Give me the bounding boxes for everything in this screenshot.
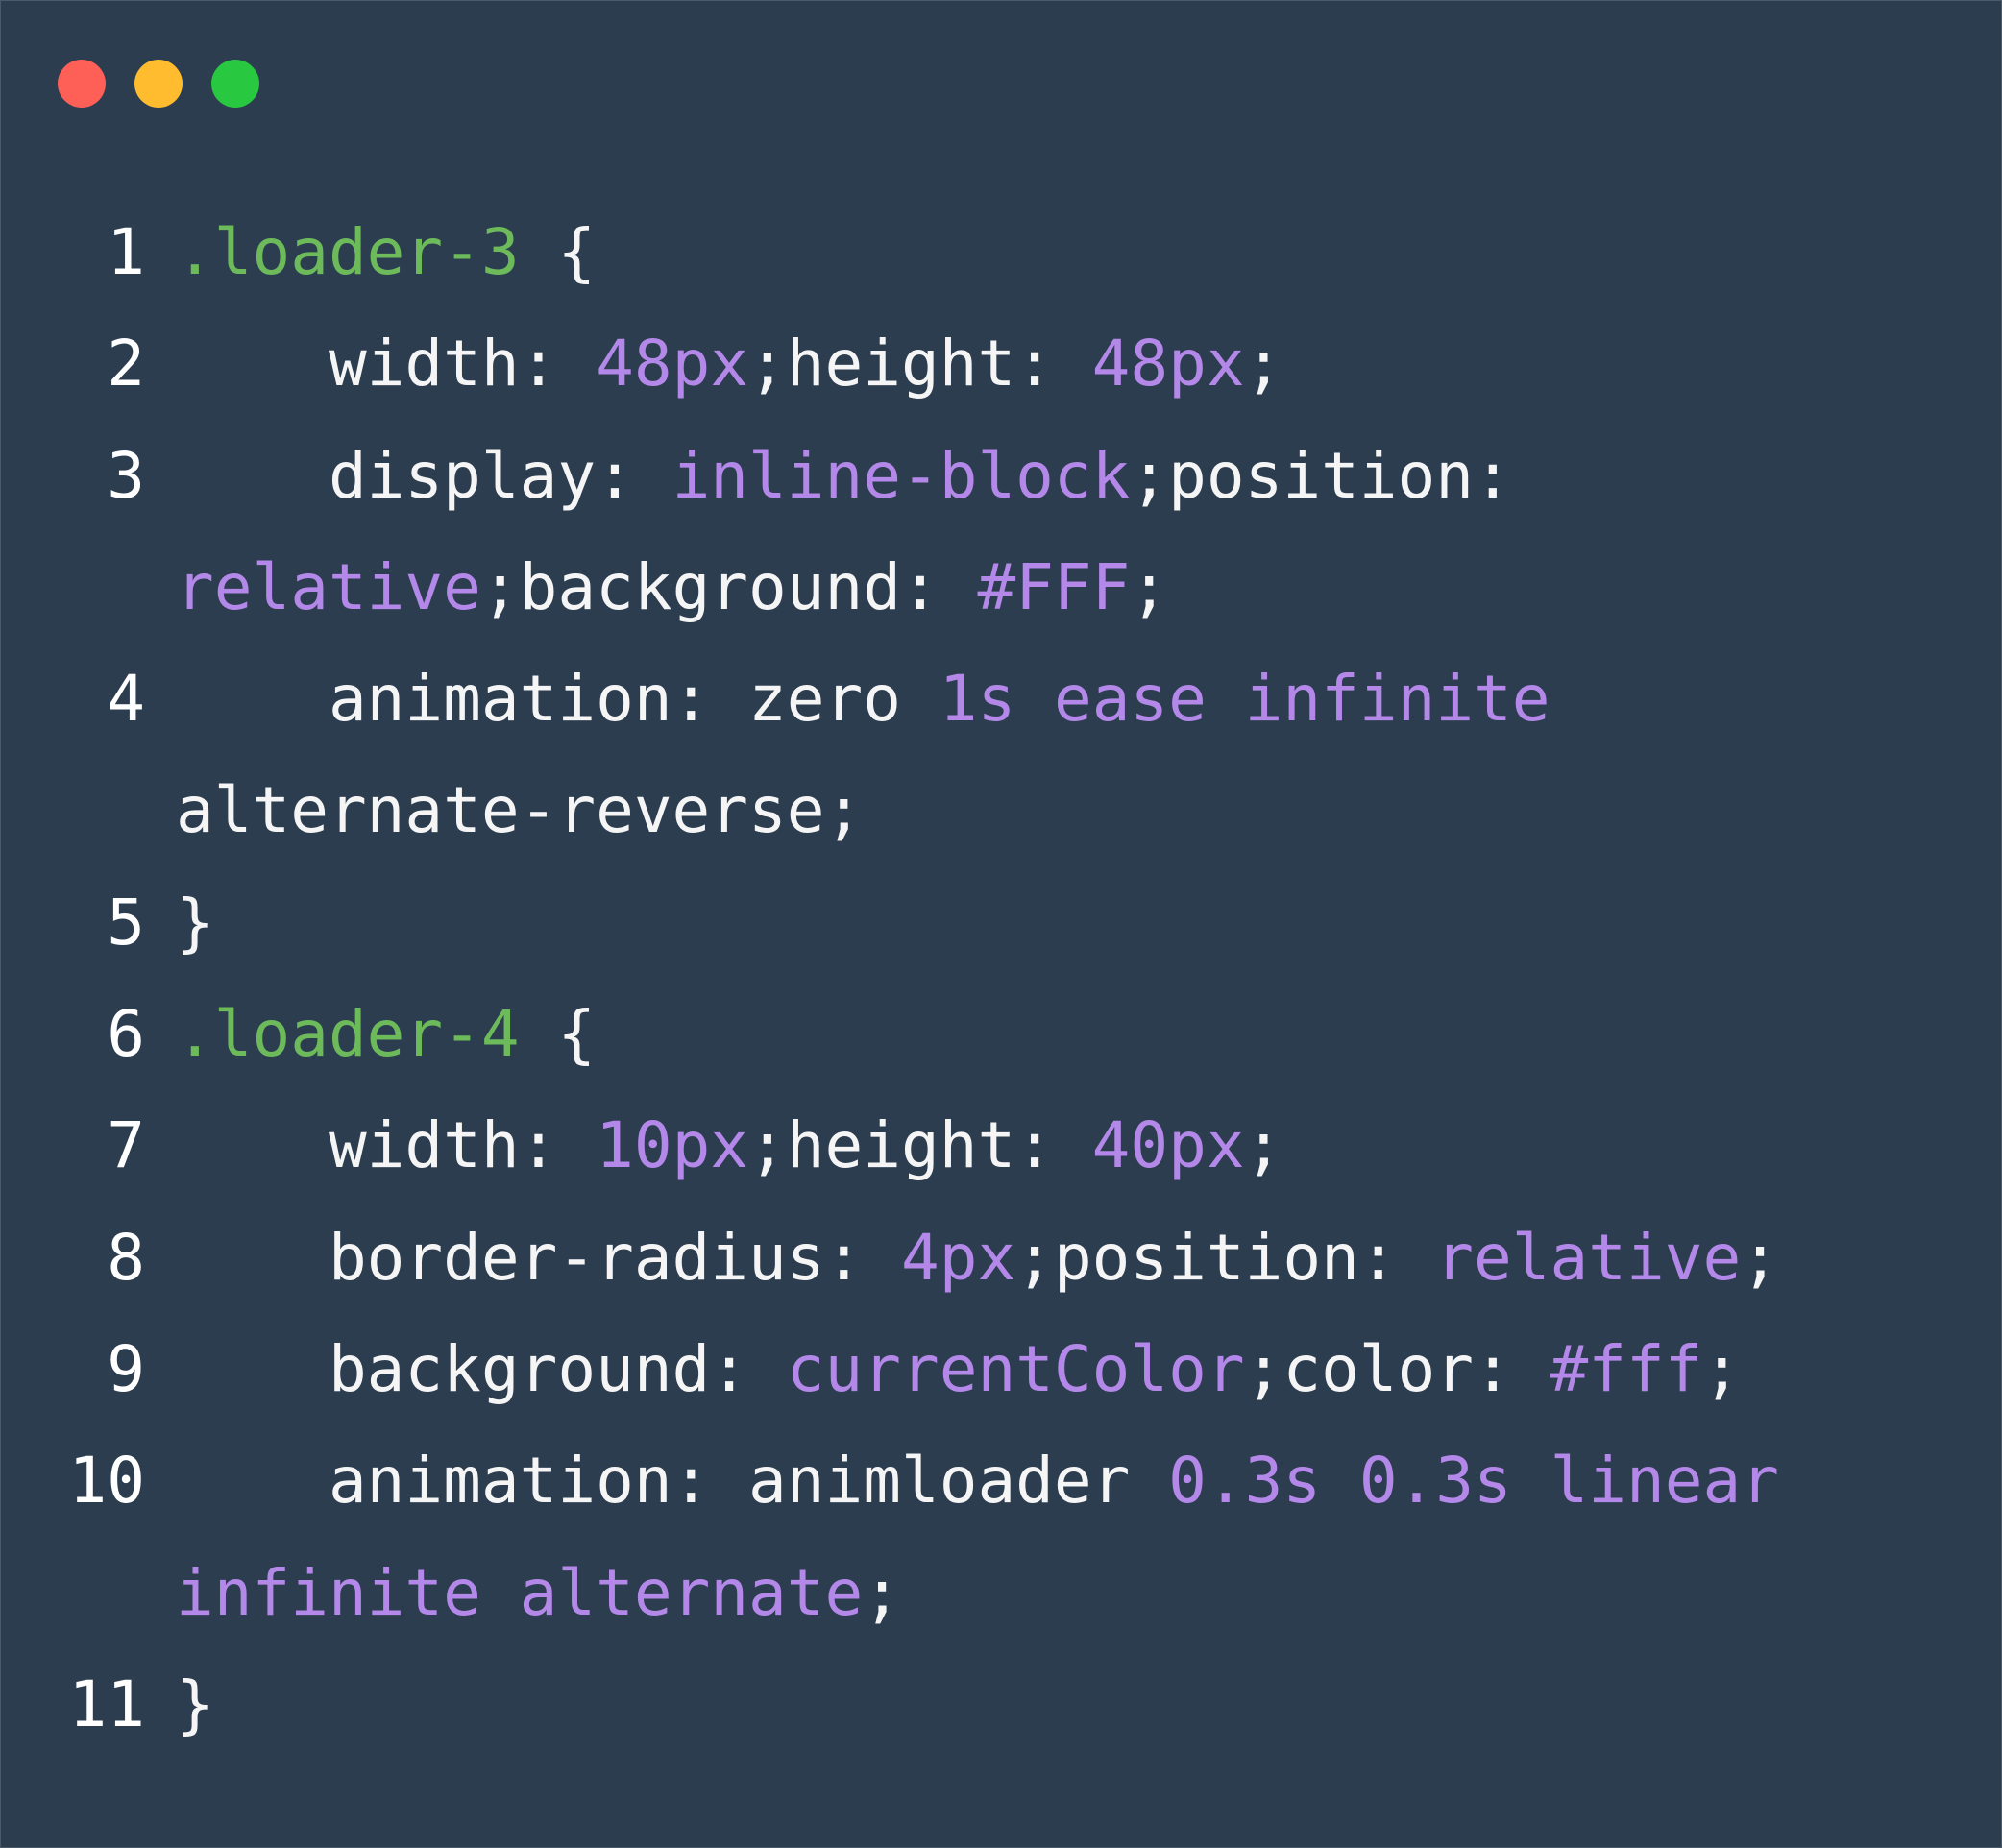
code-text: alternate-reverse; xyxy=(176,755,863,866)
code-text: animation: animloader 0.3s 0.3s linear xyxy=(176,1425,1779,1537)
code-line: 6 .loader-4 { xyxy=(1,979,2002,1090)
css-value-token: infinite xyxy=(1244,662,1550,737)
code-line: 8 border-radius: 4px;position: relative; xyxy=(1,1203,2002,1314)
code-line: 1 .loader-3 { xyxy=(1,197,2002,308)
code-text: } xyxy=(176,1649,214,1761)
code-block: 1 .loader-3 {2 width: 48px;height: 48px; 3… xyxy=(1,197,2002,1761)
code-token: border-radius: xyxy=(176,1220,901,1295)
code-token: { xyxy=(519,215,597,289)
code-text: background: currentColor;color: #fff; xyxy=(176,1314,1741,1425)
css-value-token: 0.3s xyxy=(1168,1444,1322,1519)
code-token: } xyxy=(176,885,214,960)
code-line: alternate-reverse; xyxy=(1,755,2002,866)
code-token: background: xyxy=(176,1331,787,1406)
code-token: ;height: xyxy=(748,327,1092,401)
code-text: relative;background: #FFF; xyxy=(176,532,1168,644)
maximize-dot-icon[interactable] xyxy=(211,60,259,108)
css-value-token: 4px xyxy=(900,1220,1016,1295)
code-token: ; xyxy=(1244,327,1283,401)
line-number: 2 xyxy=(107,327,145,401)
css-value-token: infinite xyxy=(176,1555,481,1630)
code-token: display: xyxy=(176,438,672,513)
css-value-token: relative xyxy=(176,549,481,624)
code-token: ; xyxy=(1741,1220,1779,1295)
code-line: 9 background: currentColor;color: #fff; xyxy=(1,1314,2002,1425)
line-number: 9 xyxy=(107,1331,145,1406)
code-token: { xyxy=(519,997,597,1072)
css-value-token: ease xyxy=(1053,662,1207,737)
code-text: width: 10px;height: 40px; xyxy=(176,1090,1282,1202)
line-number: 11 xyxy=(68,1666,145,1741)
css-value-token: 1s xyxy=(939,662,1016,737)
line-number: 8 xyxy=(107,1220,145,1295)
code-text: .loader-4 { xyxy=(176,979,596,1090)
css-value-token: alternate xyxy=(519,1555,864,1630)
code-line: infinite alternate; xyxy=(1,1538,2002,1649)
css-value-token: 0.3s xyxy=(1358,1444,1512,1519)
code-line: 10 animation: animloader 0.3s 0.3s linea… xyxy=(1,1425,2002,1537)
code-token: ;background: xyxy=(480,549,978,624)
code-token: animation: zero xyxy=(176,662,940,737)
code-text: .loader-3 { xyxy=(176,197,596,308)
css-value-token: 10px xyxy=(596,1108,749,1183)
line-number: 5 xyxy=(107,885,145,960)
code-text: infinite alternate; xyxy=(176,1538,901,1649)
css-value-token: 48px xyxy=(596,327,749,401)
code-token: alternate-reverse; xyxy=(176,773,864,848)
line-number: 3 xyxy=(107,438,145,513)
code-token: } xyxy=(176,1666,214,1741)
code-line: 11} xyxy=(1,1649,2002,1761)
line-number: 1 xyxy=(107,215,145,289)
line-number: 10 xyxy=(68,1444,145,1519)
code-text: display: inline-block;position: xyxy=(176,421,1512,532)
code-token: ; xyxy=(1130,549,1169,624)
line-number: 6 xyxy=(107,997,145,1072)
code-text: animation: zero 1s ease infinite xyxy=(176,644,1550,755)
css-value-token: linear xyxy=(1550,1444,1779,1519)
css-value-token: inline-block xyxy=(671,438,1131,513)
code-token: width: xyxy=(176,327,597,401)
css-value-token: currentColor xyxy=(786,1331,1245,1406)
line-number: 4 xyxy=(107,662,145,737)
code-token: width: xyxy=(176,1108,597,1183)
minimize-dot-icon[interactable] xyxy=(134,60,183,108)
css-selector-token: .loader-4 xyxy=(176,997,520,1072)
code-token: ; xyxy=(1244,1108,1283,1183)
code-line: 3 display: inline-block;position: xyxy=(1,421,2002,532)
css-value-token: 48px xyxy=(1091,327,1245,401)
line-number: 7 xyxy=(107,1108,145,1183)
css-selector-token: .loader-3 xyxy=(176,215,520,289)
css-value-token: relative xyxy=(1435,1220,1742,1295)
css-value-token: 40px xyxy=(1091,1108,1245,1183)
code-token: ;color: xyxy=(1244,1331,1550,1406)
code-token: ; xyxy=(1702,1331,1742,1406)
code-line: relative;background: #FFF; xyxy=(1,532,2002,644)
code-text: width: 48px;height: 48px; xyxy=(176,308,1282,420)
css-value-token: #fff xyxy=(1550,1331,1703,1406)
code-line: 4 animation: zero 1s ease infinite xyxy=(1,644,2002,755)
css-value-token: #FFF xyxy=(977,549,1131,624)
code-token: ;position: xyxy=(1015,1220,1436,1295)
code-text: border-radius: 4px;position: relative; xyxy=(176,1203,1779,1314)
code-text: } xyxy=(176,867,214,979)
code-window: 1 .loader-3 {2 width: 48px;height: 48px; 3… xyxy=(0,0,2002,1848)
code-line: 7 width: 10px;height: 40px; xyxy=(1,1090,2002,1202)
code-token: ;height: xyxy=(748,1108,1092,1183)
close-dot-icon[interactable] xyxy=(58,60,106,108)
code-line: 5} xyxy=(1,867,2002,979)
code-token: animation: animloader xyxy=(176,1444,1169,1519)
code-token: ; xyxy=(863,1555,902,1630)
code-line: 2 width: 48px;height: 48px; xyxy=(1,308,2002,420)
code-token: ;position: xyxy=(1130,438,1512,513)
